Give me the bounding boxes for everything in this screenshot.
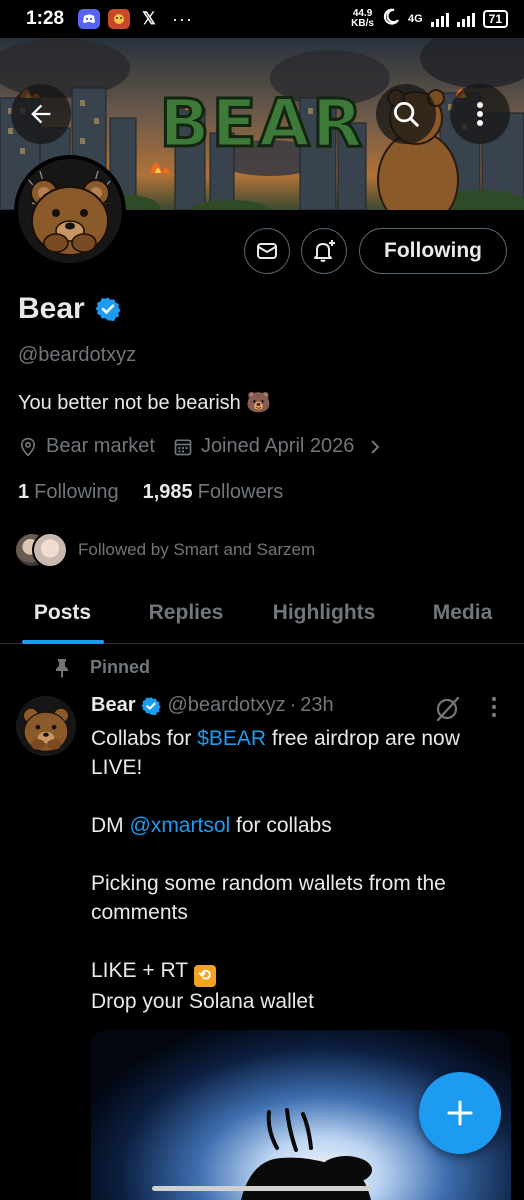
location-text: Bear market: [46, 435, 155, 457]
grok-icon[interactable]: [434, 695, 462, 723]
follower-avatar: [32, 532, 68, 568]
followed-by[interactable]: Followed by Smart and Sarzem: [14, 532, 315, 568]
join-date-text: Joined April 2026: [200, 435, 355, 457]
more-vertical-icon: [477, 102, 483, 126]
join-date: Joined April 2026: [173, 435, 354, 458]
profile-avatar[interactable]: [14, 155, 126, 267]
compose-post-button[interactable]: [419, 1072, 501, 1154]
location-pin-icon: [20, 437, 36, 456]
following-button[interactable]: Following: [359, 228, 507, 274]
followed-by-text: Followed by Smart and Sarzem: [78, 540, 316, 559]
post-line: LIKE + RT ⟲: [91, 956, 511, 987]
bear-avatar-image: [18, 159, 122, 263]
banner-logo-text: BEAR: [159, 85, 364, 162]
signal-2-icon: [456, 11, 475, 27]
cashtag-link[interactable]: $BEAR: [197, 727, 266, 750]
more-options-button[interactable]: [450, 84, 510, 144]
search-button[interactable]: [376, 84, 436, 144]
do-not-disturb-icon: [382, 8, 400, 31]
tab-media[interactable]: Media: [401, 582, 524, 644]
post-text: Collabs for $BEAR free airdrop are now L…: [91, 724, 511, 1016]
game-icon: [108, 9, 131, 29]
verified-badge-icon[interactable]: [95, 296, 121, 322]
x-icon: 𝕏: [142, 9, 156, 28]
calendar-icon: [174, 439, 192, 455]
post-more-icon[interactable]: [484, 696, 504, 718]
network-speed: 44.9 KB/s: [351, 8, 374, 29]
post-separator: ·: [289, 694, 297, 716]
profile-handle: @beardotxyz: [18, 344, 137, 366]
signal-icon: [430, 11, 449, 27]
post-header: Bear @beardotxyz · 23h: [91, 694, 334, 717]
profile-tabs: Posts Replies Highlights Media: [0, 582, 524, 644]
profile-name: Bear: [18, 292, 121, 326]
location: Bear market: [18, 435, 155, 458]
pin-icon: [56, 658, 68, 678]
battery-icon: 71: [482, 10, 508, 28]
discord-icon: [78, 9, 101, 29]
post-author-avatar[interactable]: [16, 696, 76, 756]
arrow-left-icon: [31, 104, 51, 124]
followers-count-link[interactable]: 1,985 Followers: [143, 481, 284, 504]
post-line: Drop your Solana wallet: [91, 990, 314, 1013]
post-author-name[interactable]: Bear: [91, 694, 135, 717]
following-count-link[interactable]: 1 Following: [18, 481, 119, 504]
more-notifications-icon: ···: [172, 8, 194, 29]
verified-badge-icon: [141, 696, 162, 715]
pinned-label: Pinned: [54, 657, 150, 678]
mail-icon: [257, 243, 277, 259]
back-button[interactable]: [11, 84, 71, 144]
follow-stats: 1 Following 1,985 Followers: [18, 481, 283, 504]
tab-posts[interactable]: Posts: [0, 582, 125, 644]
plus-icon: [447, 1100, 473, 1126]
status-bar: 1:28 𝕏 ··· 44.9 KB/s 4G 71: [0, 0, 524, 38]
post-line: Collabs for $BEAR free airdrop are now L…: [91, 727, 460, 779]
home-indicator[interactable]: [152, 1186, 372, 1191]
tab-replies[interactable]: Replies: [125, 582, 247, 644]
chevron-right-icon[interactable]: [368, 439, 382, 455]
profile-name-text: Bear: [18, 292, 85, 325]
post-line: DM @xmartsol for collabs: [91, 814, 332, 837]
tab-highlights[interactable]: Highlights: [247, 582, 401, 644]
profile-meta: Bear market Joined April 2026: [18, 435, 382, 458]
profile-bio: You better not be bearish 🐻: [18, 392, 272, 414]
bell-plus-icon: [314, 240, 335, 262]
notifications-button[interactable]: [301, 228, 347, 274]
network-type: 4G: [407, 13, 423, 25]
post-author-handle[interactable]: @beardotxyz: [167, 694, 285, 717]
mention-link[interactable]: @xmartsol: [130, 814, 231, 837]
post-time[interactable]: 23h: [300, 694, 333, 717]
search-icon: [394, 102, 419, 127]
active-tab-indicator: [21, 640, 104, 644]
post-line: Picking some random wallets from the com…: [91, 872, 446, 924]
bear-avatar-image: [16, 696, 76, 756]
repeat-emoji-icon: ⟲: [193, 965, 216, 987]
message-button[interactable]: [244, 228, 290, 274]
status-time: 1:28: [26, 8, 65, 29]
